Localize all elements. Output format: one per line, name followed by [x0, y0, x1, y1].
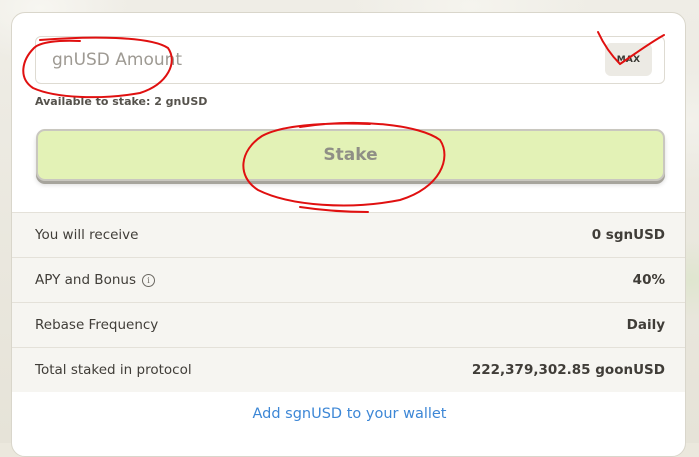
- rebase-label: Rebase Frequency: [35, 317, 159, 333]
- amount-input[interactable]: [36, 37, 596, 83]
- info-row-total-staked: Total staked in protocol 222,379,302.85 …: [12, 347, 685, 392]
- info-row-apy: APY and Bonus i 40%: [12, 257, 685, 302]
- info-row-rebase: Rebase Frequency Daily: [12, 302, 685, 347]
- max-button[interactable]: MAX: [605, 43, 652, 76]
- info-row-receive: You will receive 0 sgnUSD: [12, 212, 685, 257]
- stake-card: MAX Available to stake: 2 gnUSD Stake Yo…: [11, 12, 686, 457]
- available-to-stake-text: Available to stake: 2 gnUSD: [35, 95, 208, 108]
- total-staked-label: Total staked in protocol: [35, 362, 192, 378]
- info-icon[interactable]: i: [141, 274, 155, 287]
- total-staked-value: 222,379,302.85 goonUSD: [471, 362, 665, 378]
- stake-button[interactable]: Stake: [36, 129, 665, 181]
- receive-value: 0 sgnUSD: [591, 227, 665, 243]
- stake-info-list: You will receive 0 sgnUSD APY and Bonus i…: [12, 212, 685, 392]
- apy-label: APY and Bonus: [35, 272, 136, 288]
- apy-value: 40%: [632, 272, 665, 288]
- rebase-value: Daily: [626, 317, 665, 333]
- amount-input-box: MAX: [35, 36, 665, 84]
- receive-label: You will receive: [35, 227, 139, 243]
- apy-label-group: APY and Bonus i: [35, 272, 155, 288]
- add-to-wallet-link[interactable]: Add sgnUSD to your wallet: [12, 406, 685, 422]
